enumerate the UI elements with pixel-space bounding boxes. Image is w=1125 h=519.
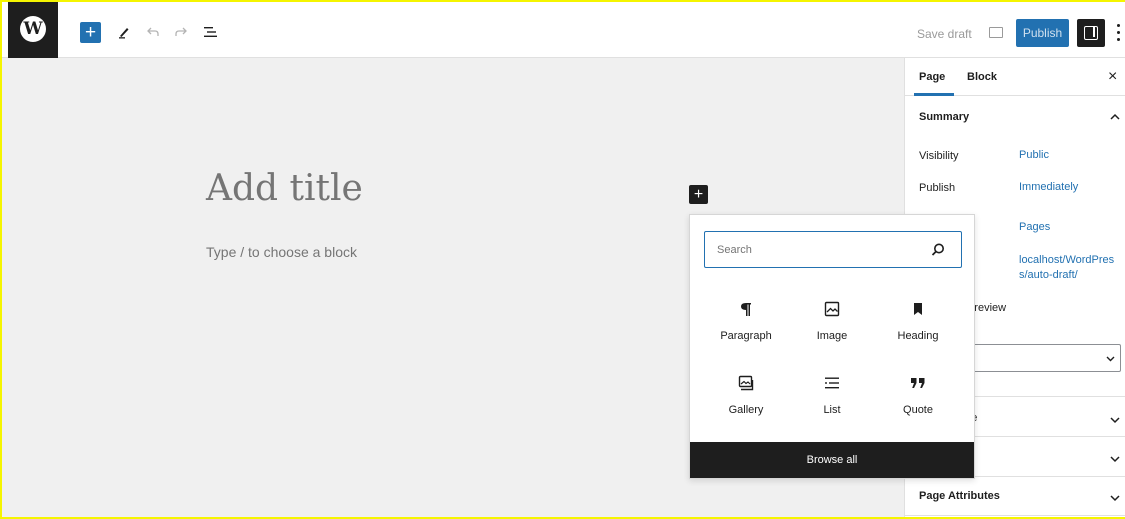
chevron-up-icon[interactable]	[1110, 113, 1120, 121]
block-heading[interactable]: Heading	[878, 297, 958, 353]
block-paragraph[interactable]: Paragraph	[706, 297, 786, 353]
chevron-down-icon[interactable]	[1110, 494, 1120, 502]
active-tab-indicator	[914, 93, 954, 96]
add-block-button[interactable]: +	[80, 22, 101, 43]
image-icon	[792, 297, 872, 321]
edit-tools-button[interactable]	[116, 23, 132, 41]
pencil-icon	[119, 28, 129, 39]
paragraph-icon	[706, 297, 786, 321]
summary-panel-heading[interactable]: Summary	[919, 111, 969, 123]
tab-block[interactable]: Block	[967, 71, 997, 83]
undo-icon	[147, 27, 159, 36]
wordpress-logo-icon: W	[20, 16, 46, 42]
heading-icon	[878, 297, 958, 321]
search-input[interactable]	[717, 241, 917, 259]
options-menu-icon[interactable]	[1117, 24, 1120, 41]
redo-button[interactable]	[173, 23, 189, 41]
block-inserter-popover: Paragraph Image Heading Gallery List Quo…	[689, 214, 975, 479]
gallery-icon	[706, 371, 786, 395]
document-overview-button[interactable]	[202, 23, 220, 41]
tab-page[interactable]: Page	[919, 71, 945, 83]
quote-icon	[878, 371, 958, 395]
browse-all-button[interactable]: Browse all	[690, 442, 974, 478]
visibility-label: Visibility	[919, 150, 959, 162]
block-list[interactable]: List	[792, 371, 872, 427]
template-value[interactable]: Pages	[1019, 220, 1050, 235]
search-icon	[931, 243, 944, 256]
sidebar-icon	[1084, 26, 1098, 40]
url-value[interactable]: localhost/WordPres s/auto-draft/	[1019, 253, 1119, 283]
panel-divider	[905, 515, 1125, 516]
settings-toggle-button[interactable]	[1077, 19, 1105, 47]
list-view-icon	[204, 27, 217, 37]
wordpress-logo-button[interactable]: W	[8, 0, 58, 58]
undo-button[interactable]	[145, 23, 161, 41]
block-placeholder[interactable]: Type / to choose a block	[206, 244, 357, 260]
close-icon[interactable]: ×	[1108, 68, 1117, 86]
post-title-input[interactable]: Add title	[206, 168, 363, 209]
block-image[interactable]: Image	[792, 297, 872, 353]
publish-label: Publish	[919, 182, 956, 194]
chevron-down-icon[interactable]	[1110, 455, 1120, 463]
page-attributes-panel-heading[interactable]: Page Attributes	[919, 490, 1000, 502]
chevron-down-icon[interactable]	[1110, 416, 1120, 424]
sidebar-tabs: Page Block ×	[905, 58, 1125, 96]
inline-inserter-button[interactable]: +	[689, 185, 708, 204]
publish-date-value[interactable]: Immediately	[1019, 180, 1078, 195]
list-icon	[792, 371, 872, 395]
redo-icon	[175, 27, 187, 36]
publish-button[interactable]: Publish	[1016, 19, 1069, 47]
visibility-value[interactable]: Public	[1019, 148, 1049, 163]
block-gallery[interactable]: Gallery	[706, 371, 786, 427]
block-quote[interactable]: Quote	[878, 371, 958, 427]
save-draft-button[interactable]: Save draft	[917, 27, 972, 41]
chevron-down-icon	[1106, 356, 1115, 362]
preview-icon[interactable]	[989, 27, 1003, 38]
inserter-search[interactable]	[704, 231, 962, 268]
editor-header: W + Save draft Publish	[0, 0, 1125, 58]
